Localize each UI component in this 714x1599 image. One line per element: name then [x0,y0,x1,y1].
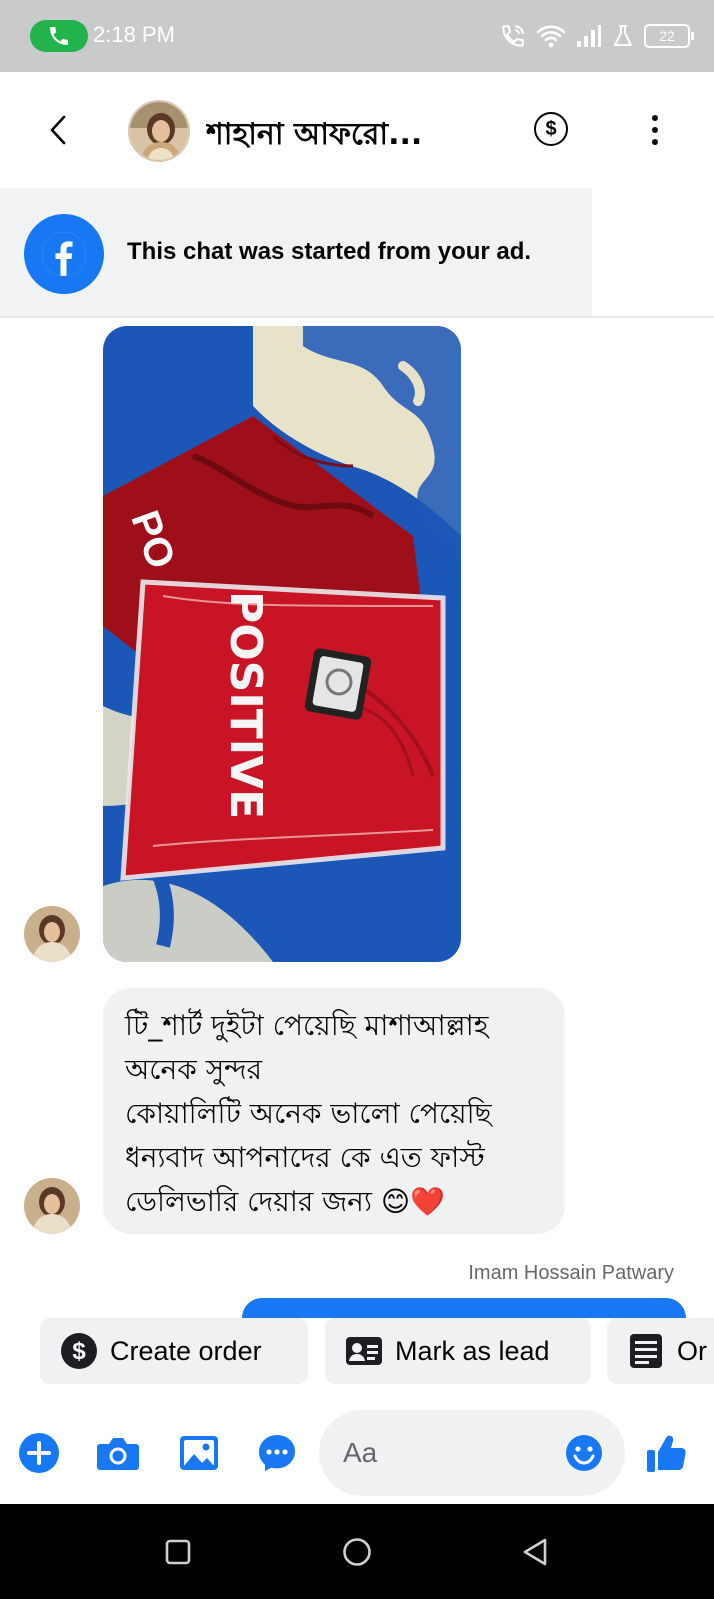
dollar-circle-icon: $ [60,1332,98,1370]
text-message[interactable]: টি_শার্ট দুইটা পেয়েছি মাশাআল্লাহ অনেক স… [103,988,565,1234]
list-icon [627,1332,665,1370]
back-button[interactable] [38,108,78,152]
divider [0,316,714,318]
back-icon [523,1538,547,1566]
signal-icon [577,25,601,47]
tshirt-print-text: POSITIVE [220,591,271,819]
sender-avatar[interactable] [24,906,80,962]
ad-origin-banner: This chat was started from your ad. [0,188,592,316]
camera-button[interactable] [95,1430,141,1476]
ad-origin-text: This chat was started from your ad. [127,238,532,265]
dollar-circle-icon: $ [545,117,557,140]
gallery-button[interactable] [176,1430,222,1476]
message-input[interactable]: Aa [319,1410,625,1496]
battery-level: 22 [659,28,675,44]
camera-icon [97,1438,139,1470]
chat-header: শাহানা আফরো... $ [0,72,714,188]
payment-button[interactable]: $ [534,112,568,146]
status-icons: 22 [500,18,694,54]
image-icon [180,1436,218,1470]
message-input-placeholder: Aa [343,1437,378,1468]
chevron-left-icon [50,115,66,145]
lab-icon [613,25,633,46]
contact-avatar[interactable] [128,100,190,162]
chat-button[interactable] [254,1430,300,1476]
phone-call-icon [50,27,68,45]
plus-button[interactable] [16,1430,62,1476]
create-order-button[interactable]: $ Create order [40,1318,308,1384]
avatar-photo [24,906,80,962]
message-line: ধন্যবাদ আপনাদের কে এত ফাস্ট [125,1141,485,1174]
create-order-label: Create order [110,1335,262,1366]
contact-name[interactable]: শাহানা আফরো... [206,110,476,161]
sender-avatar[interactable] [24,1178,80,1234]
photo-message[interactable]: PO POSITIVE [103,326,461,962]
recents-icon [165,1539,191,1565]
recents-button[interactable] [158,1532,198,1572]
home-icon [343,1538,371,1566]
more-options-button[interactable] [640,112,670,148]
like-button[interactable] [644,1430,690,1476]
facebook-icon [24,214,104,294]
emoji-icon[interactable] [565,1434,603,1472]
reply-sender-name: Imam Hossain Patwary [468,1262,674,1284]
home-button[interactable] [337,1532,377,1572]
mark-as-lead-label: Mark as lead [395,1335,550,1366]
status-time: 2:18 PM [93,22,175,47]
wifi-icon [536,25,566,48]
message-line: কোয়ালিটি অনেক ভালো পেয়েছি [125,1097,492,1130]
mark-as-lead-button[interactable]: Mark as lead [325,1318,591,1384]
message-line: টি_শার্ট দুইটা পেয়েছি মাশাআল্লাহ [125,1009,489,1042]
message-line: ডেলিভারি দেয়ার জন্য 😊❤️ [125,1185,445,1218]
orders-button[interactable]: Or [607,1318,714,1384]
avatar-photo [130,102,188,160]
nav-back-button[interactable] [515,1532,555,1572]
ongoing-call-indicator[interactable] [30,20,88,52]
quick-actions: $ Create order Mark as lead Or [0,1318,714,1404]
thumbs-up-icon [647,1435,686,1472]
wifi-call-icon [502,25,524,47]
orders-label: Or [677,1335,707,1366]
battery-icon: 22 [644,24,694,48]
svg-text:$: $ [72,1338,86,1365]
more-vertical-icon [652,115,658,121]
contact-card-icon [345,1332,383,1370]
system-nav-bar [0,1504,714,1599]
message-line: অনেক সুন্দর [125,1053,263,1086]
avatar-photo [24,1178,80,1234]
plus-icon [19,1433,59,1473]
chat-bubble-icon [259,1435,295,1471]
message-composer: Aa [0,1404,714,1504]
outgoing-message[interactable] [242,1298,686,1318]
status-bar: 2:18 PM 22 [0,0,714,72]
tshirt-photo: PO POSITIVE [103,326,461,962]
